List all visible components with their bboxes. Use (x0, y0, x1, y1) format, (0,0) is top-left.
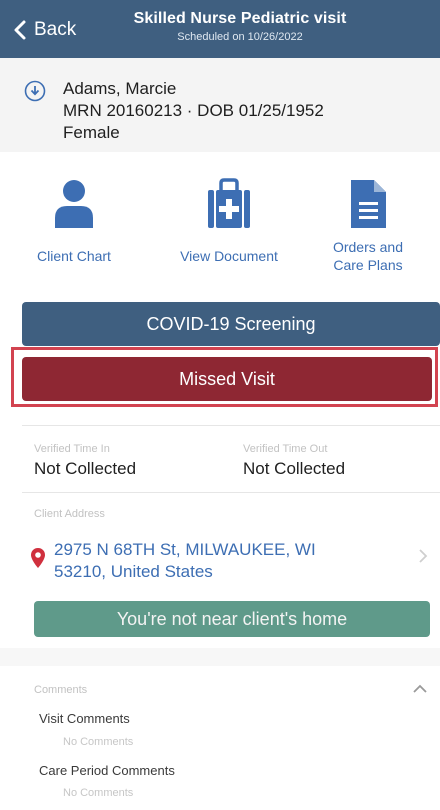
back-button[interactable]: Back (12, 16, 76, 44)
care-period-comments-label: Care Period Comments (39, 763, 175, 778)
map-pin-icon (31, 548, 45, 568)
client-address-link[interactable]: 2975 N 68TH St, MILWAUKEE, WI 53210, Uni… (54, 539, 316, 583)
view-document-label: View Document (180, 248, 278, 264)
visit-comments-label: Visit Comments (39, 711, 130, 726)
orders-label-line2: Care Plans (333, 257, 403, 273)
patient-mrn-dob: MRN 20160213 · DOB 01/25/1952 (63, 101, 324, 120)
verified-time-out-label: Verified Time Out (243, 443, 328, 455)
top-navigation-bar: Back Skilled Nurse Pediatric visit Sched… (0, 0, 440, 58)
visit-comments-value: No Comments (63, 736, 134, 748)
verified-time-in-label: Verified Time In (34, 443, 110, 455)
chevron-left-icon (14, 20, 26, 40)
page-title-group: Skilled Nurse Pediatric visit Scheduled … (90, 10, 390, 43)
patient-gender: Female (63, 123, 120, 142)
verified-time-in-value: Not Collected (34, 459, 137, 478)
medical-bag-icon (208, 178, 250, 228)
client-chart-button[interactable]: Client Chart (20, 178, 128, 265)
section-separator (0, 648, 440, 666)
comments-header: Comments (34, 684, 88, 696)
patient-info-panel: Adams, Marcie MRN 20160213 · DOB 01/25/1… (0, 58, 440, 152)
patient-name: Adams, Marcie (63, 79, 177, 98)
client-address-label: Client Address (34, 508, 105, 520)
orders-and-care-plans-button[interactable]: Orders and Care Plans (328, 178, 408, 274)
address-line-1: 2975 N 68TH St, MILWAUKEE, WI (54, 540, 316, 559)
client-chart-label: Client Chart (37, 248, 111, 264)
back-label: Back (34, 19, 77, 40)
scheduled-date: Scheduled on 10/26/2022 (177, 31, 303, 43)
missed-visit-button[interactable]: Missed Visit (22, 357, 432, 401)
divider (22, 492, 440, 493)
person-icon (55, 180, 93, 228)
address-line-2: 53210, United States (54, 562, 213, 581)
quick-actions: Client Chart View Document Orders and Ca… (0, 170, 440, 290)
care-period-comments-value: No Comments (63, 787, 134, 799)
download-circle-icon[interactable] (24, 80, 46, 102)
page-title: Skilled Nurse Pediatric visit (133, 10, 347, 27)
document-icon (351, 180, 386, 228)
verified-time-out-value: Not Collected (243, 459, 346, 478)
divider (22, 425, 440, 426)
proximity-status-banner: You're not near client's home (34, 601, 430, 637)
chevron-up-icon[interactable] (412, 684, 428, 694)
view-document-button[interactable]: View Document (164, 178, 294, 265)
orders-label-line1: Orders and (332, 239, 404, 255)
covid-screening-button[interactable]: COVID-19 Screening (22, 302, 440, 346)
chevron-right-icon[interactable] (418, 548, 428, 564)
